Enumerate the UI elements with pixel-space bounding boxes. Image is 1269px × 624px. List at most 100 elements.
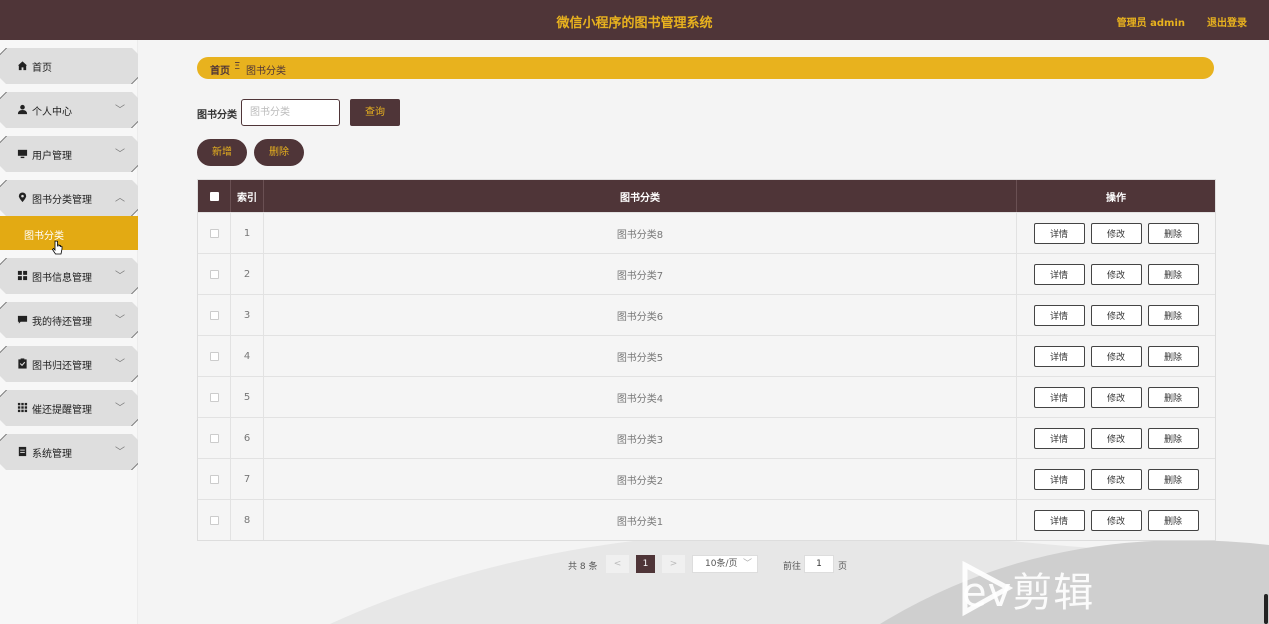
edit-button[interactable]: 修改 (1090, 222, 1142, 244)
message-icon (17, 314, 28, 325)
edit-button[interactable]: 修改 (1090, 263, 1142, 285)
row-checkbox-cell (198, 500, 231, 540)
sidebar-item-my-pending-returns[interactable]: 我的待还管理 ﹀ (0, 302, 138, 338)
row-actions: 详情 修改 删除 (1017, 377, 1215, 417)
delete-button[interactable]: 删除 (1147, 304, 1199, 326)
chevron-down-icon: ﹀ (115, 271, 125, 282)
sidebar-item-book-return[interactable]: 图书归还管理 ﹀ (0, 346, 138, 382)
edit-button[interactable]: 修改 (1090, 386, 1142, 408)
table-row: 2 图书分类7 详情 修改 删除 (198, 253, 1215, 294)
table-row: 1 图书分类8 详情 修改 删除 (198, 212, 1215, 253)
video-watermark: ev剪辑 (962, 570, 1095, 616)
header-checkbox-cell (198, 180, 231, 212)
sidebar-item-label: 催还提醒管理 (32, 405, 92, 416)
sidebar-item-system[interactable]: 系统管理 ﹀ (0, 434, 138, 470)
sidebar-item-book-info[interactable]: 图书信息管理 ﹀ (0, 258, 138, 294)
goto-page-input[interactable] (804, 555, 834, 573)
sidebar-item-user-management[interactable]: 用户管理 ﹀ (0, 136, 138, 172)
detail-button[interactable]: 详情 (1033, 427, 1085, 449)
user-icon (17, 104, 28, 115)
category-search-input[interactable] (241, 99, 340, 126)
scrollbar[interactable] (1264, 594, 1268, 624)
header-name: 图书分类 (264, 180, 1017, 212)
monitor-icon (17, 148, 28, 159)
edit-button[interactable]: 修改 (1090, 468, 1142, 490)
detail-button[interactable]: 详情 (1033, 222, 1085, 244)
chevron-down-icon: ﹀ (115, 149, 125, 160)
logout-link[interactable]: 退出登录 (1207, 14, 1247, 29)
chevron-down-icon: ﹀ (115, 359, 125, 370)
edit-button[interactable]: 修改 (1090, 509, 1142, 531)
delete-button[interactable]: 删除 (1147, 222, 1199, 244)
row-checkbox[interactable] (209, 351, 219, 361)
row-category-name: 图书分类3 (264, 418, 1017, 458)
query-button[interactable]: 查询 (350, 99, 400, 126)
detail-button[interactable]: 详情 (1033, 345, 1085, 367)
row-category-name: 图书分类4 (264, 377, 1017, 417)
chevron-down-icon: ﹀ (115, 403, 125, 414)
header-index: 索引 (231, 180, 264, 212)
row-checkbox[interactable] (209, 515, 219, 525)
row-actions: 详情 修改 删除 (1017, 418, 1215, 458)
row-checkbox[interactable] (209, 474, 219, 484)
chevron-down-icon: ﹀ (115, 447, 125, 458)
row-checkbox[interactable] (209, 392, 219, 402)
row-actions: 详情 修改 删除 (1017, 254, 1215, 294)
add-button[interactable]: 新增 (197, 139, 247, 166)
edit-button[interactable]: 修改 (1090, 304, 1142, 326)
row-actions: 详情 修改 删除 (1017, 459, 1215, 499)
sidebar: 首页 个人中心 ﹀ 用户管理 ﹀ 图书分类管理 ︿ 图书分类 图书信息管理 ﹀ … (0, 40, 138, 624)
delete-button[interactable]: 删除 (1147, 468, 1199, 490)
search-label: 图书分类 (197, 110, 237, 121)
sidebar-item-personal-center[interactable]: 个人中心 ﹀ (0, 92, 138, 128)
edit-button[interactable]: 修改 (1090, 345, 1142, 367)
row-category-name: 图书分类1 (264, 500, 1017, 540)
sidebar-item-label: 我的待还管理 (32, 317, 92, 328)
mouse-cursor-icon (52, 240, 63, 255)
row-checkbox[interactable] (209, 433, 219, 443)
delete-button[interactable]: 删除 (1147, 427, 1199, 449)
sidebar-item-reminder[interactable]: 催还提醒管理 ﹀ (0, 390, 138, 426)
sidebar-item-label: 首页 (32, 63, 52, 74)
delete-button[interactable]: 删除 (1147, 263, 1199, 285)
sidebar-item-label: 个人中心 (32, 107, 72, 118)
delete-button[interactable]: 删除 (1147, 386, 1199, 408)
row-checkbox-cell (198, 459, 231, 499)
detail-button[interactable]: 详情 (1033, 263, 1085, 285)
next-page-button[interactable]: > (662, 555, 685, 573)
row-checkbox[interactable] (209, 310, 219, 320)
pagination-total: 共 8 条 (568, 562, 598, 572)
page-suffix: 页 (838, 562, 848, 572)
location-pin-icon (17, 192, 28, 203)
table-row: 7 图书分类2 详情 修改 删除 (198, 458, 1215, 499)
row-index: 6 (231, 418, 264, 458)
detail-button[interactable]: 详情 (1033, 304, 1085, 326)
select-all-checkbox[interactable] (209, 191, 219, 201)
edit-button[interactable]: 修改 (1090, 427, 1142, 449)
detail-button[interactable]: 详情 (1033, 509, 1085, 531)
document-icon (17, 446, 28, 457)
delete-button[interactable]: 删除 (1147, 345, 1199, 367)
prev-page-button[interactable]: < (606, 555, 629, 573)
delete-button[interactable]: 删除 (1147, 509, 1199, 531)
row-checkbox[interactable] (209, 228, 219, 238)
detail-button[interactable]: 详情 (1033, 386, 1085, 408)
batch-delete-button[interactable]: 删除 (254, 139, 304, 166)
table-row: 3 图书分类6 详情 修改 删除 (198, 294, 1215, 335)
row-checkbox[interactable] (209, 269, 219, 279)
table-row: 8 图书分类1 详情 修改 删除 (198, 499, 1215, 540)
row-actions: 详情 修改 删除 (1017, 295, 1215, 335)
page-size-select[interactable]: 10条/页 ﹀ (692, 555, 758, 573)
row-checkbox-cell (198, 295, 231, 335)
table-header: 索引 图书分类 操作 (198, 180, 1215, 212)
detail-button[interactable]: 详情 (1033, 468, 1085, 490)
breadcrumb-current: 图书分类 (246, 66, 286, 77)
breadcrumb-home[interactable]: 首页 (210, 62, 230, 77)
page-number-current[interactable]: 1 (636, 555, 655, 573)
row-actions: 详情 修改 删除 (1017, 500, 1215, 540)
sidebar-item-category-management[interactable]: 图书分类管理 ︿ (0, 180, 138, 216)
breadcrumb: 首页 Ξ 图书分类 (197, 57, 1214, 79)
sidebar-item-label: 图书信息管理 (32, 273, 92, 284)
sidebar-subitem-book-category[interactable]: 图书分类 (0, 216, 138, 250)
sidebar-item-home[interactable]: 首页 (0, 48, 138, 84)
